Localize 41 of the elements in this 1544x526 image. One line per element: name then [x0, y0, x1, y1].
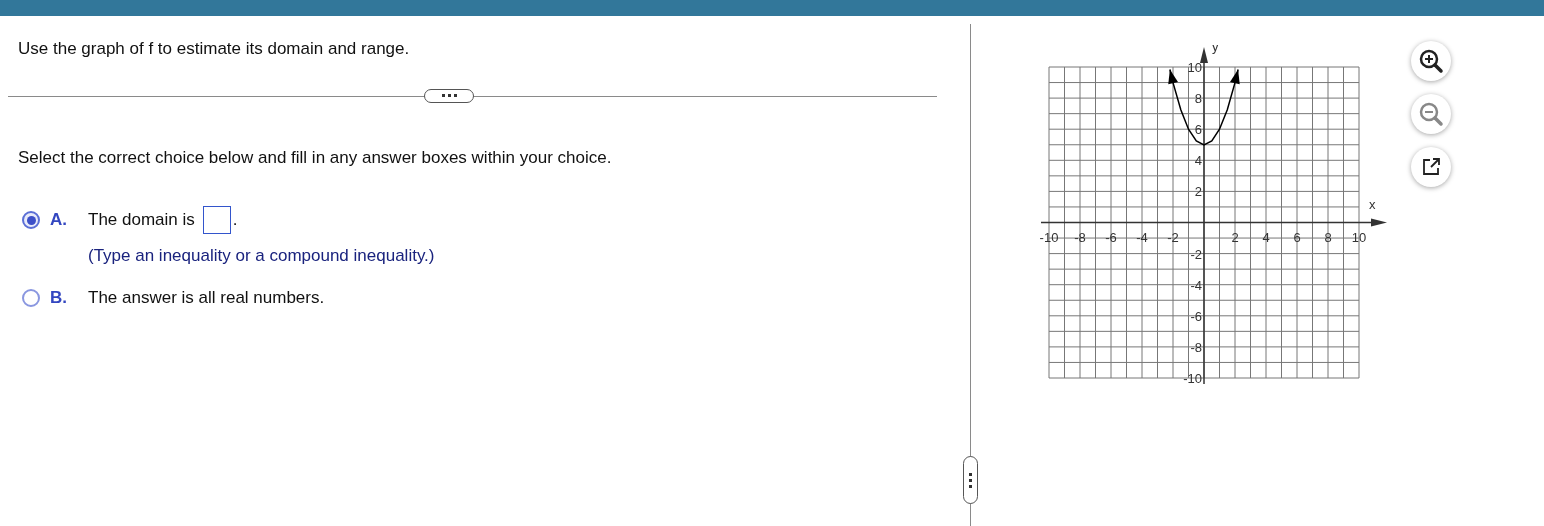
more-icon: [441, 94, 457, 97]
external-link-icon: [1421, 157, 1441, 177]
axis-label: x: [1369, 196, 1376, 212]
tick-label: 4: [1262, 229, 1270, 245]
more-icon: [969, 472, 972, 488]
tick-label: -8: [1190, 339, 1202, 355]
zoom-out-button[interactable]: [1411, 94, 1451, 134]
period: .: [232, 209, 238, 231]
tick-label: 8: [1194, 91, 1202, 107]
tick-label: -6: [1190, 308, 1202, 324]
tick-label: 6: [1194, 122, 1202, 138]
resize-handle[interactable]: [963, 456, 978, 504]
zoom-in-icon: [1418, 48, 1444, 74]
tick-label: -10: [1183, 371, 1202, 386]
open-window-button[interactable]: [1411, 147, 1451, 187]
tick-label: 8: [1324, 229, 1332, 245]
tick-label: 2: [1231, 229, 1239, 245]
tick-label: -2: [1167, 229, 1179, 245]
choice-text: The answer is all real numbers.: [88, 288, 325, 307]
tick-label: -10: [1039, 229, 1059, 245]
tick-label: -8: [1074, 229, 1086, 245]
tick-label: 4: [1194, 153, 1202, 169]
radio-button[interactable]: [22, 211, 40, 229]
zoom-out-icon: [1418, 101, 1444, 127]
tick-label: -4: [1136, 229, 1148, 245]
zoom-in-button[interactable]: [1411, 41, 1451, 81]
tick-label: 10: [1351, 229, 1367, 245]
tick-label: 6: [1293, 229, 1301, 245]
choice-letter: B.: [50, 287, 68, 310]
choice-text: The domain is: [88, 209, 195, 231]
tick-label: -6: [1105, 229, 1117, 245]
instruction-text: Select the correct choice below and fill in any answer boxes within your choice.: [17, 146, 613, 169]
answer-box[interactable]: [202, 206, 231, 234]
axis-label: y: [1212, 45, 1219, 54]
question-text: Use the graph of f to estimate its domain and range.: [17, 38, 411, 60]
choice-letter: A.: [50, 209, 68, 232]
expand-button[interactable]: [424, 88, 474, 103]
radio-button[interactable]: [22, 289, 40, 307]
tick-label: -4: [1190, 277, 1202, 293]
tick-label: 10: [1187, 60, 1202, 75]
hint-text: (Type an inequality or a compound inequality.): [88, 245, 435, 267]
